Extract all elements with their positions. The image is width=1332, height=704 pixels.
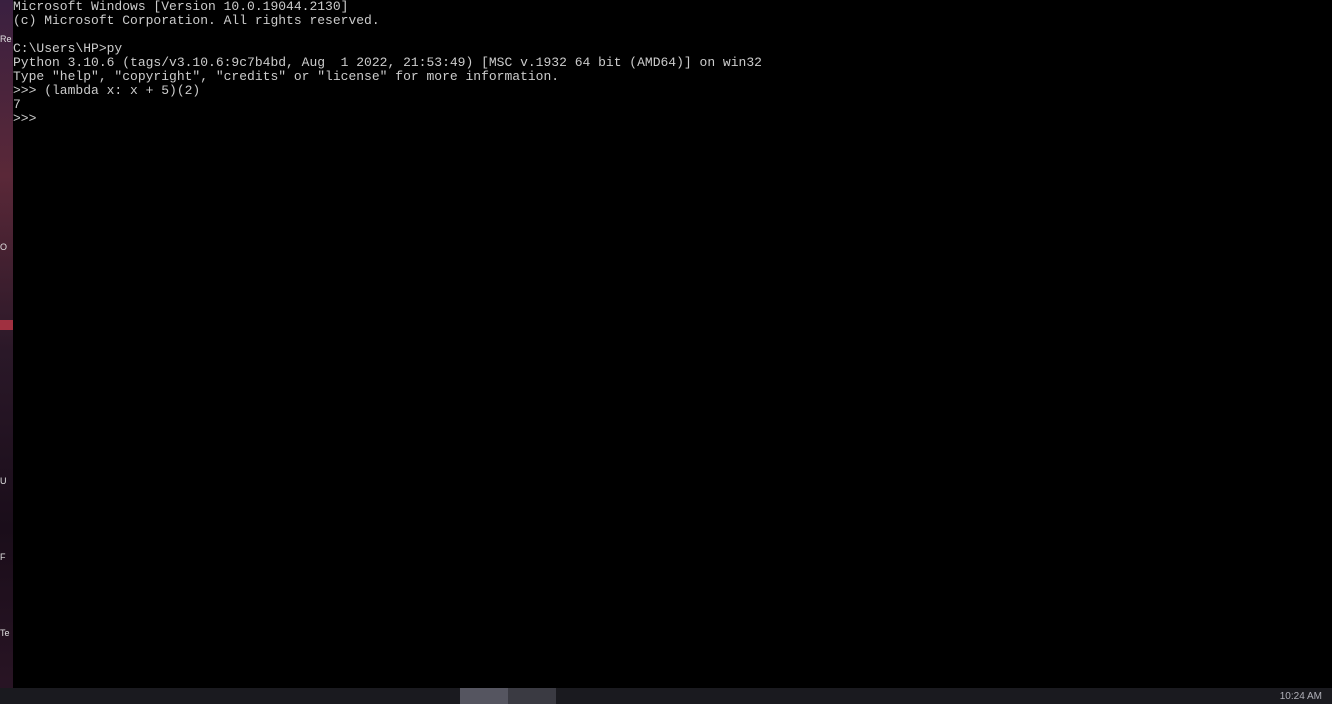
terminal-line: Type "help", "copyright", "credits" or "…	[13, 70, 1332, 84]
terminal-window[interactable]: Microsoft Windows [Version 10.0.19044.21…	[13, 0, 1332, 688]
taskbar-app[interactable]	[556, 688, 604, 704]
taskbar-app[interactable]	[604, 688, 652, 704]
terminal-line: >>> (lambda x: x + 5)(2)	[13, 84, 1332, 98]
terminal-line: C:\Users\HP>py	[13, 42, 1332, 56]
taskbar-system-tray[interactable]: 10:24 AM	[1278, 691, 1324, 702]
taskbar-app[interactable]	[652, 688, 700, 704]
terminal-line: Microsoft Windows [Version 10.0.19044.21…	[13, 0, 1332, 14]
terminal-prompt[interactable]: >>>	[13, 112, 1332, 126]
terminal-line: 7	[13, 98, 1332, 112]
taskbar[interactable]: 10:24 AM	[0, 688, 1332, 704]
terminal-line	[13, 28, 1332, 42]
taskbar-app-active[interactable]	[460, 688, 508, 704]
taskbar-app[interactable]	[508, 688, 556, 704]
taskbar-apps	[460, 688, 700, 704]
terminal-line: Python 3.10.6 (tags/v3.10.6:9c7b4bd, Aug…	[13, 56, 1332, 70]
taskbar-clock[interactable]: 10:24 AM	[1278, 691, 1324, 702]
terminal-line: (c) Microsoft Corporation. All rights re…	[13, 14, 1332, 28]
